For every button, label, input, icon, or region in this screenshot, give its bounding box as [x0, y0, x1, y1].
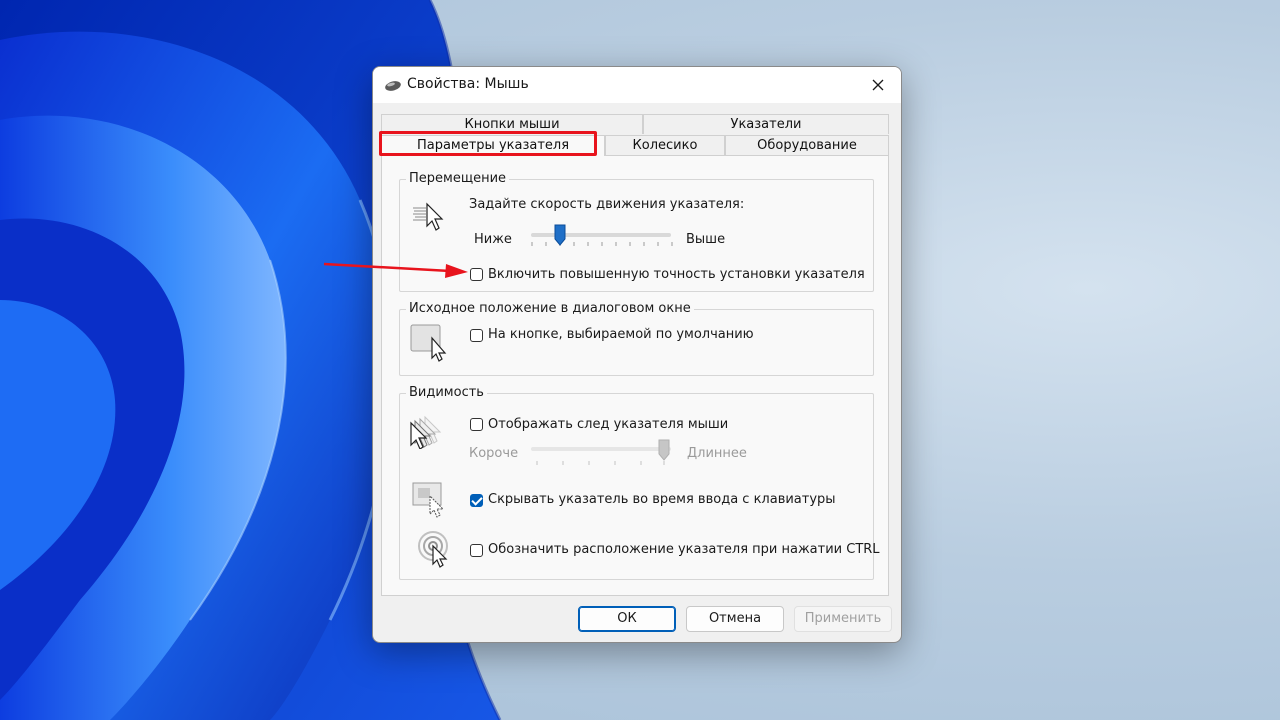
- annotation-arrow: [323, 262, 468, 278]
- trail-short-label: Короче: [469, 446, 519, 461]
- visibility-group: Видимость Отображать след указателя мыши…: [399, 385, 880, 580]
- show-location-label[interactable]: Обозначить расположение указателя при на…: [488, 542, 880, 558]
- snap-to-default-checkbox[interactable]: [470, 329, 483, 342]
- pointer-speed-icon: [413, 202, 444, 231]
- pointer-options-panel: Перемещение Задайте скорость движения ук…: [381, 155, 889, 596]
- trail-length-slider-thumb[interactable]: [658, 439, 670, 461]
- tab-pointers[interactable]: Указатели: [643, 114, 889, 134]
- apply-button[interactable]: Применить: [794, 606, 892, 632]
- visibility-group-title: Видимость: [406, 385, 487, 401]
- speed-fast-label: Выше: [686, 232, 726, 247]
- trail-long-label: Длиннее: [687, 446, 747, 461]
- mouse-icon: [385, 81, 401, 91]
- ok-button[interactable]: ОК: [578, 606, 676, 632]
- window-title: Свойства: Мышь: [407, 76, 529, 92]
- title-bar: Свойства: Мышь: [373, 67, 901, 103]
- hide-pointer-label[interactable]: Скрывать указатель во время ввода с клав…: [488, 492, 836, 508]
- speed-slow-label: Ниже: [474, 232, 512, 247]
- pointer-trails-label[interactable]: Отображать след указателя мыши: [488, 417, 728, 433]
- snap-to-default-label[interactable]: На кнопке, выбираемой по умолчанию: [488, 327, 754, 343]
- close-icon: [872, 79, 884, 91]
- snap-to-group-title: Исходное положение в диалоговом окне: [406, 301, 694, 317]
- pointer-trails-checkbox[interactable]: [470, 418, 483, 431]
- show-location-checkbox[interactable]: [470, 544, 483, 557]
- tab-hardware[interactable]: Оборудование: [725, 135, 889, 155]
- hide-pointer-checkbox[interactable]: [470, 494, 483, 507]
- speed-slider-thumb[interactable]: [554, 224, 566, 246]
- pointer-trails-icon: [410, 415, 442, 449]
- snap-to-default-icon: [410, 324, 447, 362]
- tab-highlight-box: [379, 131, 597, 156]
- hide-pointer-icon: [412, 482, 445, 518]
- snap-to-group: Исходное положение в диалоговом окне На …: [399, 301, 874, 376]
- tab-wheel[interactable]: Колесико: [605, 135, 725, 155]
- cancel-button[interactable]: Отмена: [686, 606, 784, 632]
- close-button[interactable]: [855, 67, 901, 103]
- trail-slider-ticks: [536, 461, 665, 465]
- trail-length-slider-track[interactable]: [531, 447, 671, 451]
- show-location-icon: [418, 531, 448, 568]
- motion-group-title: Перемещение: [406, 171, 510, 187]
- speed-label: Задайте скорость движения указателя:: [469, 197, 745, 212]
- speed-slider-ticks: [531, 242, 673, 246]
- speed-slider-track[interactable]: [531, 233, 671, 237]
- enhance-precision-label[interactable]: Включить повышенную точность установки у…: [488, 267, 865, 283]
